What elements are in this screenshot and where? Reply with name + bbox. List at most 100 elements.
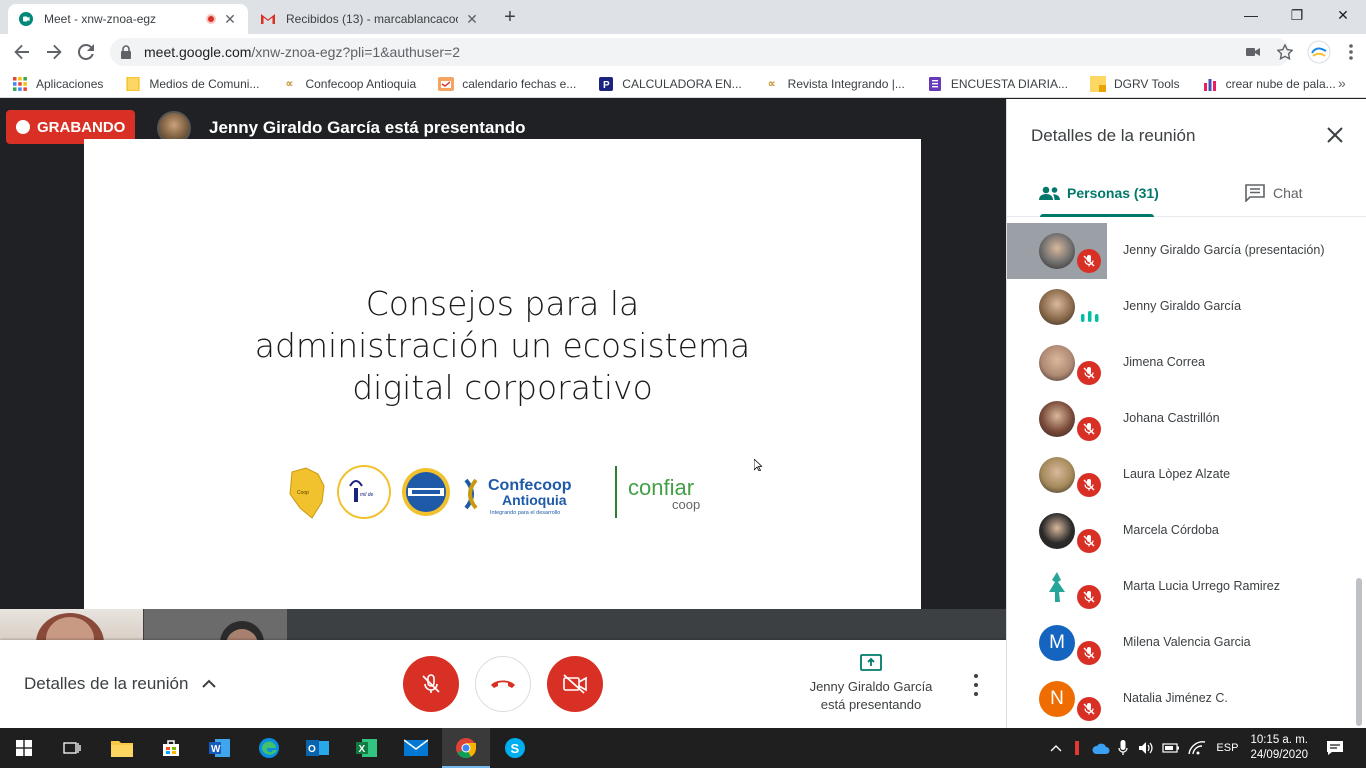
camera-off-icon [563,674,587,694]
mic-toggle-button[interactable] [403,656,459,712]
people-icon [1039,186,1060,200]
store-icon[interactable] [159,736,183,760]
edge-icon[interactable] [257,736,281,760]
bookmark-label: Confecoop Antioquia [305,76,417,91]
new-tab-button[interactable]: + [498,6,522,30]
outlook-icon[interactable]: O [306,736,330,760]
participant-row[interactable]: Johana Castrillón [1007,391,1359,447]
browser-menu-icon[interactable] [1336,44,1366,60]
tab-chat[interactable]: Chat [1245,169,1303,217]
battery-icon[interactable] [1162,741,1180,755]
participant-row[interactable]: Jenny Giraldo García (presentación) [1007,223,1359,279]
participant-row[interactable]: Marta Lucia Urrego Ramirez [1007,559,1359,615]
avatar [1039,457,1075,493]
skype-icon[interactable]: S [503,736,527,760]
chevron-up-icon [202,679,217,688]
mail-icon[interactable] [404,736,428,760]
bookmark-item[interactable]: ∝ Confecoop Antioquia [281,76,417,92]
wifi-icon[interactable] [1188,741,1206,755]
clock[interactable]: 10:15 a. m. 24/09/2020 [1250,733,1308,763]
close-tab-icon[interactable]: ✕ [464,11,480,28]
language-indicator[interactable]: ESP [1216,742,1238,754]
bookmark-item[interactable]: ENCUESTA DIARIA... [927,76,1068,92]
more-options-button[interactable] [968,674,984,696]
participant-row[interactable]: Laura Lòpez Alzate [1007,447,1359,503]
mic-muted-icon [1077,417,1101,441]
chrome-icon[interactable] [454,736,478,760]
participant-thumbnail[interactable] [144,609,287,640]
bookmark-star-icon[interactable] [1268,44,1302,60]
avatar [1039,345,1075,381]
bookmark-label: Medios de Comuni... [149,76,260,91]
folder-icon [1089,75,1106,92]
tab-meet[interactable]: Meet - xnw-znoa-egz ✕ [8,4,248,34]
url-field[interactable]: meet.google.com/xnw-znoa-egz?pli=1&authu… [110,38,1290,66]
windows-start-icon[interactable] [12,736,36,760]
participant-row[interactable]: Marcela Córdoba [1007,503,1359,559]
word-icon[interactable]: W [208,736,232,760]
close-tab-icon[interactable]: ✕ [222,11,238,28]
bookmarks-overflow-button[interactable]: » [1338,75,1346,91]
notifications-icon[interactable] [1326,740,1344,756]
tab-people[interactable]: Personas (31) [1039,169,1159,217]
forward-icon[interactable] [42,40,66,64]
chevron-up-icon[interactable] [1050,744,1062,752]
confiar-sub: coop [672,497,700,512]
panel-scrollbar[interactable] [1356,578,1362,726]
onedrive-icon[interactable] [1092,742,1110,754]
close-panel-icon[interactable] [1325,125,1345,145]
maximize-button[interactable]: ❐ [1274,0,1320,30]
meet-favicon-icon [18,11,34,27]
camera-blocked-icon[interactable] [1238,47,1268,57]
microphone-icon[interactable] [1118,740,1129,756]
tab-gmail[interactable]: Recibidos (13) - marcablancacoop ✕ [250,4,490,34]
reload-icon[interactable] [74,40,98,64]
bookmark-item[interactable]: Medios de Comuni... [125,76,259,92]
meet-stage: GRABANDO Jenny Giraldo García está prese… [0,99,1006,640]
task-view-icon[interactable] [60,736,84,760]
tray-app-icon[interactable] [1074,741,1080,755]
meeting-details-button[interactable]: Detalles de la reunión [24,674,217,694]
bookmark-item[interactable]: crear nube de pala... [1202,76,1336,92]
bookmark-item[interactable]: ∝ Revista Integrando |... [764,76,905,92]
confecoop-tag: Integrando para el desarrollo [490,510,560,516]
tab-people-label: Personas (31) [1067,185,1159,201]
participant-thumbnail[interactable] [0,609,143,640]
confecoop-icon: ∝ [285,78,294,90]
mouse-cursor-icon [754,459,762,471]
confecoop-icon: ∝ [767,78,776,90]
avatar [1039,513,1075,549]
participant-name: Marcela Córdoba [1123,523,1219,537]
bookmark-label: CALCULADORA EN... [622,76,742,91]
svg-text:X: X [359,744,366,755]
url-host: meet.google.com [144,44,252,60]
hang-up-button[interactable] [475,656,531,712]
participant-row[interactable]: Jimena Correa [1007,335,1359,391]
bookmark-item[interactable]: P CALCULADORA EN... [598,76,742,92]
present-now-button[interactable]: Jenny Giraldo García está presentando [796,654,946,714]
slide-title-line: digital corporativo [352,368,653,407]
bookmark-label: ENCUESTA DIARIA... [950,76,1068,91]
participant-row[interactable]: M Milena Valencia Garcia [1007,615,1359,671]
bookmarks-bar: Aplicaciones Medios de Comuni... ∝ Confe… [0,70,1366,98]
file-explorer-icon[interactable] [110,736,134,760]
clock-date: 24/09/2020 [1250,749,1308,761]
p-icon: P [598,76,614,92]
camera-toggle-button[interactable] [547,656,603,712]
participant-row[interactable]: N Natalia Jiménez C. [1007,671,1359,727]
close-window-button[interactable]: ✕ [1320,0,1366,30]
forms-icon [927,76,943,92]
system-tray: ESP 10:15 a. m. 24/09/2020 [1050,728,1366,768]
participant-row[interactable]: Jenny Giraldo García [1007,279,1359,335]
minimize-button[interactable]: — [1228,0,1274,30]
volume-icon[interactable] [1138,741,1154,755]
bookmark-item[interactable]: DGRV Tools [1089,75,1180,92]
chat-icon [1245,184,1265,202]
bookmark-item[interactable]: calendario fechas e... [438,76,576,92]
excel-icon[interactable]: X [355,736,379,760]
clock-time: 10:15 a. m. [1250,734,1308,746]
back-icon[interactable] [10,40,34,64]
profile-avatar[interactable] [1302,40,1336,64]
bookmark-item[interactable]: Aplicaciones [12,76,103,92]
chart-icon [1202,76,1218,92]
